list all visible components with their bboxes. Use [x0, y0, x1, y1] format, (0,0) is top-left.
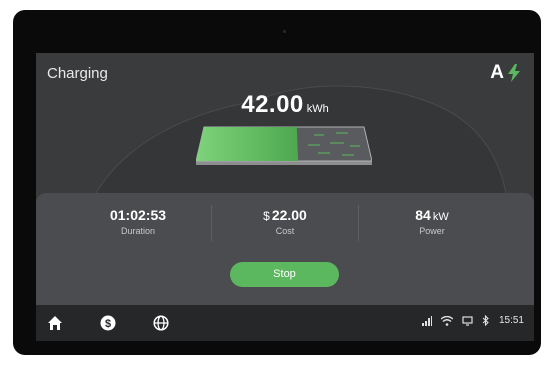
cast-icon — [462, 315, 473, 326]
duration-label: Duration — [120, 226, 156, 236]
cost-label: Cost — [275, 226, 295, 236]
status-title: Charging — [47, 65, 108, 82]
stop-button[interactable]: Stop — [230, 262, 339, 287]
globe-icon[interactable] — [153, 315, 169, 331]
brand-logo: A — [490, 62, 520, 84]
system-status: 15:51 — [421, 315, 524, 326]
power-label: Power — [419, 226, 445, 236]
energy-value: 42.00 — [241, 91, 304, 118]
brand-letter: A — [490, 62, 504, 83]
power-stat: 84 kW Power — [357, 207, 507, 236]
signal-icon — [421, 315, 432, 326]
bottom-nav-bar: $ 15:51 — [36, 305, 534, 341]
clock: 15:51 — [498, 315, 524, 326]
energy-readout: 42.00 kWh — [36, 91, 534, 119]
home-icon[interactable] — [47, 315, 63, 331]
stats-panel: 01:02:53 Duration $22.00 Cost 84 kW Power… — [36, 193, 534, 305]
power-value: 84 — [415, 207, 431, 223]
duration-stat: 01:02:53 Duration — [63, 207, 213, 236]
battery-graphic — [196, 126, 372, 165]
energy-unit: kWh — [306, 103, 329, 115]
dollar-icon[interactable]: $ — [100, 315, 116, 331]
cost-stat: $22.00 Cost — [210, 207, 360, 236]
cost-value: 22.00 — [271, 207, 307, 223]
lightning-icon — [508, 64, 520, 82]
svg-text:$: $ — [105, 318, 111, 330]
bluetooth-icon — [482, 315, 489, 326]
front-camera — [283, 30, 286, 33]
wifi-icon — [440, 315, 453, 326]
power-unit: kW — [432, 211, 449, 223]
cost-currency: $ — [263, 209, 270, 223]
charger-screen: Charging A 42.00 kWh 01:02:53 Duration $… — [36, 53, 534, 341]
duration-value: 01:02:53 — [109, 207, 167, 223]
